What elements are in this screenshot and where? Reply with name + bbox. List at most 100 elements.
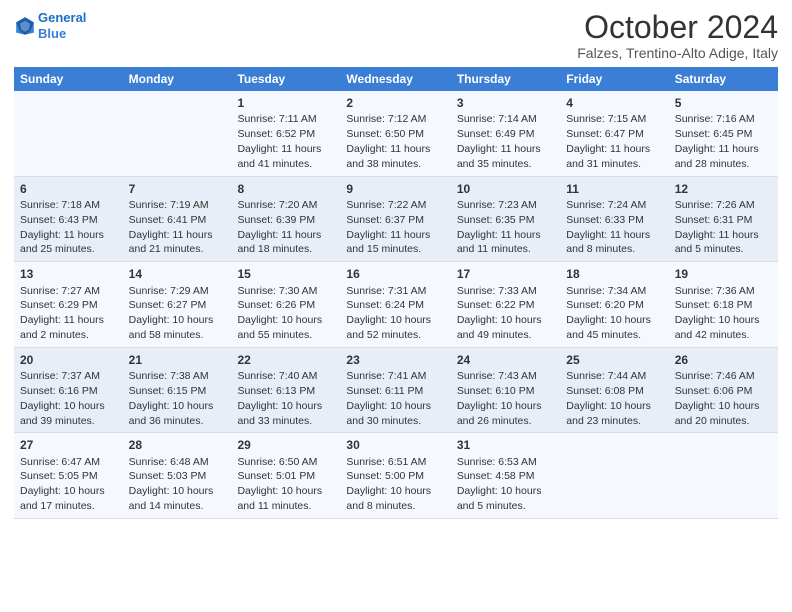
sunrise: Sunrise: 7:44 AM xyxy=(566,370,646,382)
calendar-cell xyxy=(560,433,668,519)
calendar-cell: 25 Sunrise: 7:44 AM Sunset: 6:08 PM Dayl… xyxy=(560,347,668,433)
day-number: 14 xyxy=(129,266,226,282)
day-number: 17 xyxy=(457,266,554,282)
location-subtitle: Falzes, Trentino-Alto Adige, Italy xyxy=(577,45,778,61)
day-number: 21 xyxy=(129,352,226,368)
calendar-cell xyxy=(14,91,123,176)
sunset: Sunset: 5:00 PM xyxy=(346,470,424,482)
month-title: October 2024 xyxy=(577,10,778,45)
calendar-cell: 4 Sunrise: 7:15 AM Sunset: 6:47 PM Dayli… xyxy=(560,91,668,176)
sunset: Sunset: 6:47 PM xyxy=(566,128,644,140)
sunset: Sunset: 6:39 PM xyxy=(237,214,315,226)
day-number: 15 xyxy=(237,266,334,282)
sunrise: Sunrise: 7:29 AM xyxy=(129,285,209,297)
sunrise: Sunrise: 7:43 AM xyxy=(457,370,537,382)
header: General Blue October 2024 Falzes, Trenti… xyxy=(14,10,778,61)
sunrise: Sunrise: 7:41 AM xyxy=(346,370,426,382)
daylight: Daylight: 10 hours and 20 minutes. xyxy=(675,400,760,427)
daylight: Daylight: 10 hours and 36 minutes. xyxy=(129,400,214,427)
calendar-cell: 18 Sunrise: 7:34 AM Sunset: 6:20 PM Dayl… xyxy=(560,262,668,348)
calendar-cell: 28 Sunrise: 6:48 AM Sunset: 5:03 PM Dayl… xyxy=(123,433,232,519)
sunset: Sunset: 6:33 PM xyxy=(566,214,644,226)
calendar-cell: 5 Sunrise: 7:16 AM Sunset: 6:45 PM Dayli… xyxy=(669,91,778,176)
day-number: 19 xyxy=(675,266,772,282)
day-number: 24 xyxy=(457,352,554,368)
daylight: Daylight: 10 hours and 49 minutes. xyxy=(457,314,542,341)
calendar-cell: 1 Sunrise: 7:11 AM Sunset: 6:52 PM Dayli… xyxy=(231,91,340,176)
sunset: Sunset: 6:41 PM xyxy=(129,214,207,226)
sunrise: Sunrise: 7:14 AM xyxy=(457,113,537,125)
daylight: Daylight: 10 hours and 23 minutes. xyxy=(566,400,651,427)
daylight: Daylight: 10 hours and 52 minutes. xyxy=(346,314,431,341)
weekday-header: Tuesday xyxy=(231,67,340,91)
daylight: Daylight: 10 hours and 26 minutes. xyxy=(457,400,542,427)
daylight: Daylight: 10 hours and 30 minutes. xyxy=(346,400,431,427)
calendar-week-row: 1 Sunrise: 7:11 AM Sunset: 6:52 PM Dayli… xyxy=(14,91,778,176)
day-number: 11 xyxy=(566,181,662,197)
calendar-week-row: 6 Sunrise: 7:18 AM Sunset: 6:43 PM Dayli… xyxy=(14,176,778,262)
daylight: Daylight: 11 hours and 8 minutes. xyxy=(566,229,650,256)
daylight: Daylight: 10 hours and 55 minutes. xyxy=(237,314,322,341)
calendar-cell: 2 Sunrise: 7:12 AM Sunset: 6:50 PM Dayli… xyxy=(340,91,450,176)
sunrise: Sunrise: 7:46 AM xyxy=(675,370,755,382)
sunrise: Sunrise: 7:11 AM xyxy=(237,113,316,125)
day-number: 31 xyxy=(457,437,554,453)
calendar-cell: 9 Sunrise: 7:22 AM Sunset: 6:37 PM Dayli… xyxy=(340,176,450,262)
day-number: 28 xyxy=(129,437,226,453)
daylight: Daylight: 11 hours and 28 minutes. xyxy=(675,143,759,170)
daylight: Daylight: 11 hours and 5 minutes. xyxy=(675,229,759,256)
calendar-cell: 14 Sunrise: 7:29 AM Sunset: 6:27 PM Dayl… xyxy=(123,262,232,348)
sunset: Sunset: 6:35 PM xyxy=(457,214,535,226)
sunset: Sunset: 5:01 PM xyxy=(237,470,315,482)
daylight: Daylight: 10 hours and 11 minutes. xyxy=(237,485,322,512)
weekday-header: Thursday xyxy=(451,67,560,91)
weekday-header: Friday xyxy=(560,67,668,91)
logo-line2: Blue xyxy=(38,26,66,41)
day-number: 22 xyxy=(237,352,334,368)
calendar-cell xyxy=(123,91,232,176)
day-number: 12 xyxy=(675,181,772,197)
sunrise: Sunrise: 7:38 AM xyxy=(129,370,209,382)
sunrise: Sunrise: 7:40 AM xyxy=(237,370,317,382)
sunset: Sunset: 5:03 PM xyxy=(129,470,207,482)
sunset: Sunset: 5:05 PM xyxy=(20,470,98,482)
sunrise: Sunrise: 7:20 AM xyxy=(237,199,317,211)
calendar-week-row: 20 Sunrise: 7:37 AM Sunset: 6:16 PM Dayl… xyxy=(14,347,778,433)
calendar-cell: 23 Sunrise: 7:41 AM Sunset: 6:11 PM Dayl… xyxy=(340,347,450,433)
sunset: Sunset: 6:22 PM xyxy=(457,299,535,311)
calendar-cell: 26 Sunrise: 7:46 AM Sunset: 6:06 PM Dayl… xyxy=(669,347,778,433)
header-row: SundayMondayTuesdayWednesdayThursdayFrid… xyxy=(14,67,778,91)
calendar-cell: 13 Sunrise: 7:27 AM Sunset: 6:29 PM Dayl… xyxy=(14,262,123,348)
sunrise: Sunrise: 7:33 AM xyxy=(457,285,537,297)
sunset: Sunset: 6:10 PM xyxy=(457,385,535,397)
sunrise: Sunrise: 7:19 AM xyxy=(129,199,209,211)
day-number: 4 xyxy=(566,95,662,111)
daylight: Daylight: 11 hours and 38 minutes. xyxy=(346,143,430,170)
day-number: 23 xyxy=(346,352,444,368)
sunset: Sunset: 6:50 PM xyxy=(346,128,424,140)
logo-icon xyxy=(14,15,36,37)
sunrise: Sunrise: 7:24 AM xyxy=(566,199,646,211)
daylight: Daylight: 11 hours and 18 minutes. xyxy=(237,229,321,256)
calendar-cell: 10 Sunrise: 7:23 AM Sunset: 6:35 PM Dayl… xyxy=(451,176,560,262)
logo-line1: General xyxy=(38,10,86,25)
calendar-cell: 15 Sunrise: 7:30 AM Sunset: 6:26 PM Dayl… xyxy=(231,262,340,348)
sunrise: Sunrise: 6:53 AM xyxy=(457,456,537,468)
day-number: 2 xyxy=(346,95,444,111)
daylight: Daylight: 11 hours and 41 minutes. xyxy=(237,143,321,170)
day-number: 30 xyxy=(346,437,444,453)
calendar-cell: 7 Sunrise: 7:19 AM Sunset: 6:41 PM Dayli… xyxy=(123,176,232,262)
sunrise: Sunrise: 6:47 AM xyxy=(20,456,100,468)
sunrise: Sunrise: 7:22 AM xyxy=(346,199,426,211)
sunset: Sunset: 6:29 PM xyxy=(20,299,98,311)
daylight: Daylight: 10 hours and 33 minutes. xyxy=(237,400,322,427)
calendar-cell: 3 Sunrise: 7:14 AM Sunset: 6:49 PM Dayli… xyxy=(451,91,560,176)
day-number: 7 xyxy=(129,181,226,197)
sunrise: Sunrise: 7:36 AM xyxy=(675,285,755,297)
sunset: Sunset: 6:26 PM xyxy=(237,299,315,311)
calendar-cell: 29 Sunrise: 6:50 AM Sunset: 5:01 PM Dayl… xyxy=(231,433,340,519)
calendar-cell: 11 Sunrise: 7:24 AM Sunset: 6:33 PM Dayl… xyxy=(560,176,668,262)
sunset: Sunset: 6:13 PM xyxy=(237,385,315,397)
daylight: Daylight: 11 hours and 35 minutes. xyxy=(457,143,541,170)
sunset: Sunset: 6:15 PM xyxy=(129,385,207,397)
